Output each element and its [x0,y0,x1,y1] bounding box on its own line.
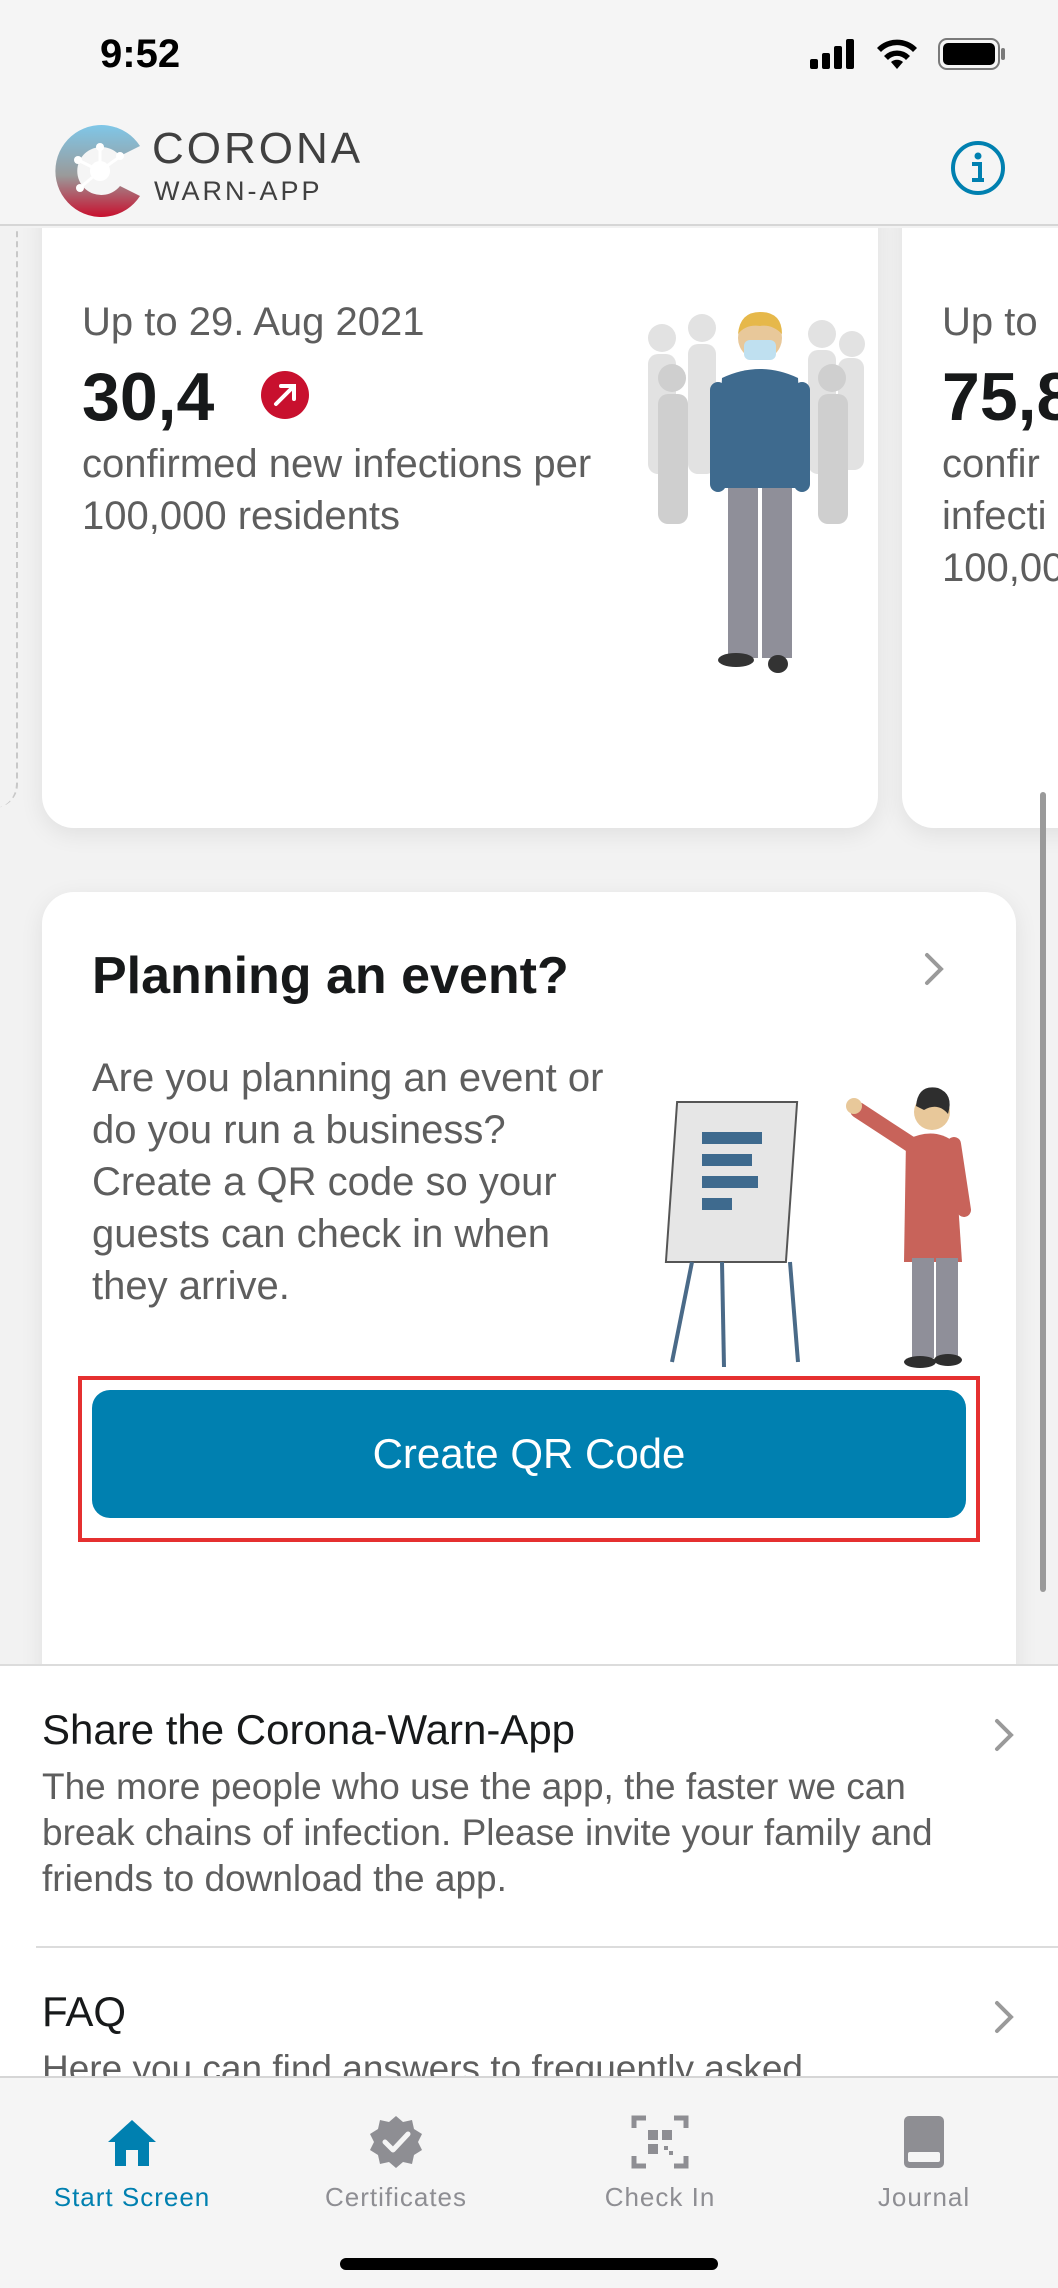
navigation-bar: CORONA WARN-APP [0,116,1058,226]
stat-desc-line: confir [942,442,1040,486]
logo-subtitle: WARN-APP [154,176,323,206]
chevron-right-icon [995,1719,1014,1751]
masked-person-crowd-illustration [648,312,865,673]
wifi-icon [877,39,917,69]
tab-label: Journal [877,2182,971,2212]
statistics-card-incidence[interactable]: Up to 29. Aug 2021 30,4 confirmed new in… [42,228,878,828]
qr-scan-icon [631,2115,689,2169]
cellular-signal-icon [810,39,854,69]
event-card-title: Planning an event? [92,947,569,1005]
share-app-item[interactable]: Share the Corona-Warn-App The more peopl… [0,1666,1058,1946]
tab-certificates[interactable]: Certificates [266,2096,526,2216]
tab-start-screen[interactable]: Start Screen [2,2096,262,2216]
chevron-right-icon [995,2001,1014,2033]
stat-description: confir infecti 100,00 [942,438,1058,594]
stat-value: 30,4 [82,359,215,435]
tab-label: Start Screen [53,2182,211,2212]
info-icon[interactable] [950,140,1006,196]
stat-date: Up to [942,300,1038,344]
faq-description: Here you can find answers to frequently … [42,2048,803,2076]
info-list: Share the Corona-Warn-App The more peopl… [0,1664,1058,2076]
home-indicator[interactable] [340,2258,718,2270]
stat-desc-line: 100,00 [942,546,1058,590]
faq-title: FAQ [42,1988,127,2035]
faq-item[interactable]: FAQ Here you can find answers to frequen… [0,1948,1058,2076]
corona-logo-icon [55,125,140,217]
tab-journal[interactable]: Journal [794,2096,1054,2216]
app-logo [48,116,148,231]
tab-label: Check In [604,2182,716,2212]
stat-date: Up to 29. Aug 2021 [82,300,425,344]
stat-desc-line: infecti [942,494,1047,538]
tab-bar: Start Screen Certificates Check In Journ… [0,2076,1058,2288]
statistics-card-partial[interactable]: Up to 75,8 confir infecti 100,00 [902,228,1058,828]
stat-description: confirmed new infections per 100,000 res… [82,442,592,538]
stat-value: 75,8 [942,359,1058,435]
previous-card-edge [0,228,18,808]
battery-icon [938,38,1005,70]
status-icons [810,38,1006,70]
status-time: 9:52 [100,32,181,76]
logo-title: CORONA [152,124,364,173]
home-scroll-content[interactable]: Up to 29. Aug 2021 30,4 confirmed new in… [0,228,1058,2076]
scroll-indicator[interactable] [1040,792,1046,1592]
share-app-title: Share the Corona-Warn-App [42,1706,576,1753]
event-card-description: Are you planning an event or do you run … [92,1056,604,1308]
book-icon [904,2116,944,2168]
create-qr-code-button[interactable]: Create QR Code [92,1390,966,1518]
certificate-badge-icon [370,2116,422,2168]
chevron-right-icon [925,953,944,985]
home-icon [108,2120,156,2166]
tab-check-in[interactable]: Check In [530,2096,790,2216]
tab-label: Certificates [324,2182,468,2212]
share-app-description: The more people who use the app, the fas… [42,1766,933,1899]
presenter-flipchart-illustration [664,1087,971,1368]
status-bar: 9:52 [0,0,1058,116]
up-right-arrow-icon [261,371,309,419]
